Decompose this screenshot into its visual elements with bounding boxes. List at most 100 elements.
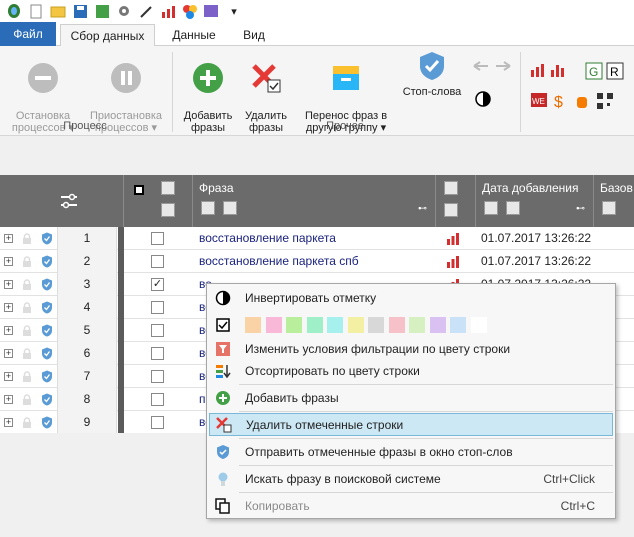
- row-checkbox[interactable]: [151, 370, 164, 383]
- tab-view[interactable]: Вид: [232, 24, 276, 46]
- menu-item-copy[interactable]: Копировать Ctrl+C: [209, 495, 613, 517]
- menu-item-search-phrase[interactable]: Искать фразу в поисковой системе Ctrl+Cl…: [209, 468, 613, 490]
- dictionary-icon[interactable]: [204, 3, 220, 19]
- export-xls-icon[interactable]: [94, 3, 110, 19]
- frequency-bars-icon[interactable]: [446, 256, 460, 268]
- menu-item-add-phrases[interactable]: Добавить фразы: [209, 387, 613, 409]
- menu-item-invert[interactable]: Инвертировать отметку: [209, 287, 613, 309]
- frequency-bars-icon[interactable]: [530, 62, 548, 80]
- open-folder-icon[interactable]: [50, 3, 66, 19]
- lock-icon[interactable]: [22, 417, 32, 428]
- stats-icon[interactable]: [160, 3, 176, 19]
- expand-row-icon[interactable]: +: [4, 234, 13, 243]
- stats-dropdown-icon[interactable]: [550, 62, 568, 80]
- stopword-shield-icon[interactable]: [41, 393, 53, 406]
- color-swatch[interactable]: [368, 317, 384, 333]
- date-filter-icon[interactable]: [484, 201, 498, 215]
- lock-icon[interactable]: [22, 279, 32, 290]
- expand-row-icon[interactable]: +: [4, 280, 13, 289]
- hand-icon[interactable]: [574, 92, 592, 110]
- menu-item-delete-marked[interactable]: Удалить отмеченные строки: [209, 413, 613, 436]
- clear-filter-icon[interactable]: [161, 203, 175, 217]
- color-swatch[interactable]: [265, 317, 282, 333]
- stopword-shield-icon[interactable]: [41, 324, 53, 337]
- row-checkbox[interactable]: [151, 393, 164, 406]
- save-icon[interactable]: [72, 3, 88, 19]
- color-swatch[interactable]: [470, 317, 487, 333]
- magic-wand-icon[interactable]: [138, 3, 154, 19]
- expand-row-icon[interactable]: +: [4, 418, 13, 427]
- stopword-shield-icon[interactable]: [41, 255, 53, 268]
- row-checkbox[interactable]: [151, 324, 164, 337]
- phrase-cell[interactable]: восстановление паркета: [199, 227, 434, 250]
- phrase-filter-icon[interactable]: [201, 201, 215, 215]
- stopword-shield-icon[interactable]: [41, 347, 53, 360]
- color-swatch[interactable]: [450, 317, 466, 333]
- base-filter-icon[interactable]: [602, 201, 616, 215]
- row-checkbox[interactable]: [151, 255, 164, 268]
- lock-icon[interactable]: [22, 348, 32, 359]
- row-checkbox[interactable]: [151, 301, 164, 314]
- table-row[interactable]: +2 восстановление паркета спб 01.07.2017 1…: [0, 250, 634, 273]
- header-phrase[interactable]: Фраза ⊷: [193, 175, 436, 227]
- stopword-shield-icon[interactable]: [41, 416, 53, 429]
- row-checkbox[interactable]: [151, 347, 164, 360]
- expand-row-icon[interactable]: +: [4, 303, 13, 312]
- lock-icon[interactable]: [22, 325, 32, 336]
- lock-icon[interactable]: [22, 394, 32, 405]
- stopword-shield-icon[interactable]: [41, 301, 53, 314]
- freq-clear-icon[interactable]: [444, 203, 458, 217]
- undo-icon[interactable]: [472, 60, 490, 78]
- color-swatch[interactable]: [245, 317, 261, 333]
- color-swatch[interactable]: [409, 317, 425, 333]
- pin-icon[interactable]: ⊷: [418, 203, 427, 214]
- expand-row-icon[interactable]: +: [4, 257, 13, 266]
- table-row[interactable]: +1 восстановление паркета 01.07.2017 13:26…: [0, 227, 634, 250]
- date-clear-filter-icon[interactable]: [506, 201, 520, 215]
- qat-dropdown-icon[interactable]: ▾: [226, 3, 242, 19]
- frequency-bars-icon[interactable]: [446, 233, 460, 245]
- expand-row-icon[interactable]: +: [4, 326, 13, 335]
- date-pin-icon[interactable]: ⊷: [576, 203, 585, 214]
- lock-icon[interactable]: [22, 371, 32, 382]
- qr-icon[interactable]: [596, 92, 614, 110]
- select-all-checkbox[interactable]: [134, 185, 144, 195]
- lock-icon[interactable]: [22, 302, 32, 313]
- filter-icon[interactable]: [161, 181, 175, 195]
- menu-item-filter-color[interactable]: Изменить условия фильтрации по цвету стр…: [209, 338, 613, 360]
- menu-item-send-stopwords[interactable]: Отправить отмеченные фразы в окно стоп-с…: [209, 441, 613, 463]
- stopword-shield-icon[interactable]: [41, 370, 53, 383]
- delete-phrases-button[interactable]: Удалить фразы: [240, 50, 292, 134]
- tab-data-collection[interactable]: Сбор данных: [60, 24, 155, 46]
- row-checkbox[interactable]: [151, 416, 164, 429]
- lock-icon[interactable]: [22, 233, 32, 244]
- tab-data[interactable]: Данные: [164, 24, 224, 46]
- rank-icon[interactable]: R: [606, 62, 624, 80]
- tab-file[interactable]: Файл: [0, 22, 56, 46]
- wordstat-icon[interactable]: WE: [530, 92, 548, 110]
- dollar-icon[interactable]: $: [552, 92, 570, 111]
- row-checkbox[interactable]: ✓: [151, 278, 164, 291]
- stopwords-button[interactable]: Стоп-слова: [398, 50, 466, 98]
- color-swatch[interactable]: [388, 317, 405, 333]
- contrast-icon[interactable]: [474, 90, 492, 108]
- lock-icon[interactable]: [22, 256, 32, 267]
- color-swatch[interactable]: [327, 317, 343, 333]
- redo-icon[interactable]: [494, 60, 512, 78]
- header-base[interactable]: Базов: [594, 175, 634, 227]
- color-swatch[interactable]: [306, 317, 323, 333]
- stopword-shield-icon[interactable]: [41, 232, 53, 245]
- color-swatch[interactable]: [286, 317, 302, 333]
- phrase-clear-filter-icon[interactable]: [223, 201, 237, 215]
- stopword-shield-icon[interactable]: [41, 278, 53, 291]
- column-settings-icon[interactable]: [60, 193, 78, 209]
- gear-icon[interactable]: [116, 3, 132, 19]
- expand-row-icon[interactable]: +: [4, 395, 13, 404]
- colors-icon[interactable]: [182, 3, 198, 19]
- freq-filter-icon[interactable]: [444, 181, 458, 195]
- new-file-icon[interactable]: [28, 3, 44, 19]
- google-icon[interactable]: G: [585, 62, 603, 80]
- menu-item-sort-color[interactable]: Отсортировать по цвету строки: [209, 360, 613, 382]
- header-date[interactable]: Дата добавления ⊷: [476, 175, 594, 227]
- color-swatch[interactable]: [429, 317, 446, 333]
